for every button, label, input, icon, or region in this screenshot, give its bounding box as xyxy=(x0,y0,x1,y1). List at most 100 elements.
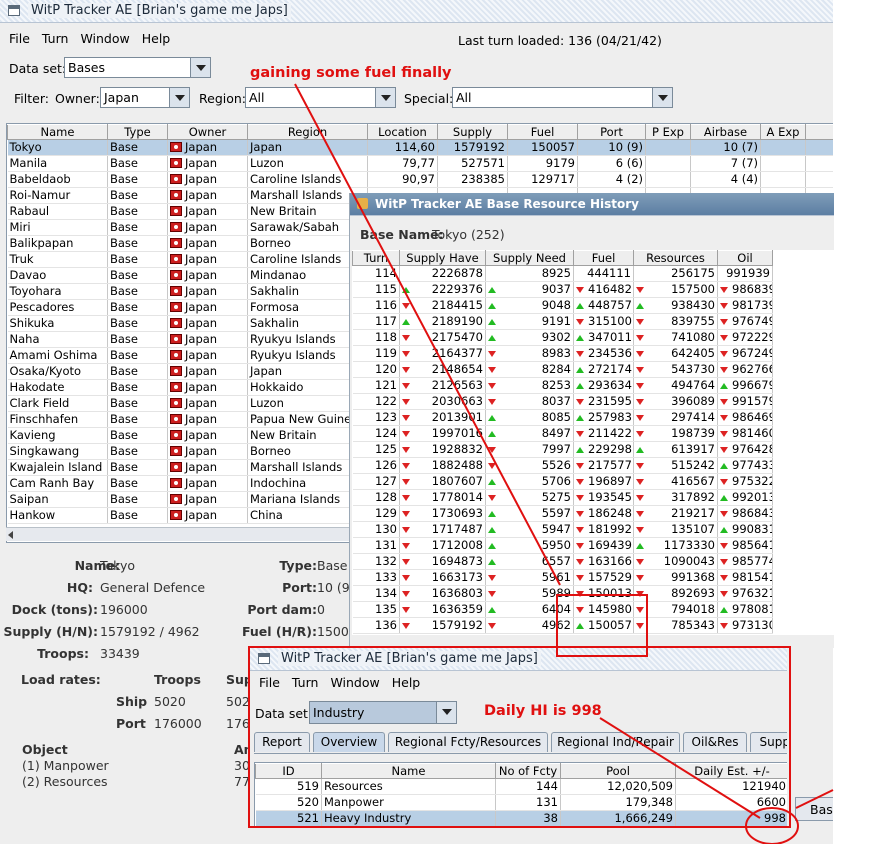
table-row[interactable]: 120 2148654 8284 272174 543730 962766 xyxy=(352,361,773,378)
table-cell: Base xyxy=(107,443,168,460)
table-row[interactable]: 130 1717487 5947 181992 135107 990831 xyxy=(352,521,773,538)
menu-file[interactable]: File xyxy=(259,673,280,693)
turn-cell: 132 xyxy=(352,553,400,570)
tab-overview[interactable]: Overview xyxy=(313,732,385,752)
table-row[interactable]: 124 1997016 8497 211422 198739 981460 xyxy=(352,425,773,442)
cell-text: 317892 xyxy=(671,490,715,504)
chevron-down-icon[interactable] xyxy=(190,58,210,77)
cell-wrap: 234536 xyxy=(576,346,632,361)
industry-dataset-select[interactable]: Industry xyxy=(309,701,457,724)
table-row[interactable]: 135 1636359 6404 145980 794018 978081 xyxy=(352,601,773,618)
menu-turn[interactable]: Turn xyxy=(42,29,69,49)
menu-window[interactable]: Window xyxy=(330,673,379,693)
cell-text: 962766 xyxy=(732,362,773,376)
column-header[interactable]: For xyxy=(805,124,833,140)
trend-down-icon xyxy=(720,302,728,309)
column-header[interactable]: Location xyxy=(367,124,438,140)
chevron-down-icon[interactable] xyxy=(652,88,672,107)
table-row[interactable]: 119 2164377 8983 234536 642405 967249 xyxy=(352,345,773,362)
table-row[interactable]: 126 1882488 5526 217577 515242 977433 xyxy=(352,457,773,474)
table-row[interactable]: 121 2126563 8253 293634 494764 996679 xyxy=(352,377,773,394)
column-header[interactable]: No of Fcty xyxy=(495,763,561,779)
column-header[interactable]: Supply Need xyxy=(485,250,574,266)
table-row[interactable]: 133 1663173 5961 157529 991368 981541 xyxy=(352,569,773,586)
tab-regional-fcty-resources[interactable]: Regional Fcty/Resources xyxy=(388,732,548,752)
menu-file[interactable]: File xyxy=(9,29,30,49)
table-row[interactable]: 521 Heavy Industry 38 1,666,249 998 xyxy=(255,810,787,826)
table-row[interactable]: 115 2229376 9037 416482 157500 986839 xyxy=(352,281,773,298)
table-row[interactable]: 114 2226878 8925 444111 256175 991939 xyxy=(352,265,773,282)
horizontal-scrollbar[interactable] xyxy=(6,527,349,541)
column-header[interactable]: Port xyxy=(577,124,646,140)
special-select[interactable]: All xyxy=(452,87,673,108)
table-row[interactable]: Manila Base Japan Luzon 79,77 527571 9179 6 (6)… xyxy=(7,155,833,172)
menu-help[interactable]: Help xyxy=(142,29,171,49)
column-header[interactable]: Daily Est. +/- xyxy=(675,763,787,779)
column-header[interactable]: Region xyxy=(247,124,368,140)
chevron-down-icon[interactable] xyxy=(436,702,456,723)
column-header[interactable]: Type xyxy=(107,124,168,140)
table-row[interactable]: Babeldaob Base Japan Caroline Islands 90,97 2… xyxy=(7,171,833,188)
main-title-bar[interactable]: WitP Tracker AE [Brian's game me Japs] xyxy=(0,0,833,23)
table-row[interactable]: Tokyo Base Japan Japan 114,60 1579192 150057 10… xyxy=(7,139,833,156)
table-row[interactable]: 127 1807607 5706 196897 416567 975322 xyxy=(352,473,773,490)
industry-title-bar[interactable]: WitP Tracker AE [Brian's game me Japs] xyxy=(250,648,787,671)
trend-down-icon xyxy=(636,574,644,581)
owner-select[interactable]: Japan xyxy=(100,87,190,108)
column-header[interactable]: Fuel xyxy=(507,124,578,140)
history-title-bar[interactable]: WitP Tracker AE Base Resource History xyxy=(350,193,834,216)
column-header[interactable]: Resources xyxy=(633,250,718,266)
dataset-select[interactable]: Bases xyxy=(64,57,211,78)
menu-help[interactable]: Help xyxy=(392,673,421,693)
tab-oil-res[interactable]: Oil&Res xyxy=(683,732,747,752)
column-header[interactable]: Fuel xyxy=(573,250,634,266)
table-row[interactable]: 125 1928832 7997 229298 613917 976428 xyxy=(352,441,773,458)
table-row[interactable]: 118 2175470 9302 347011 741080 972229 xyxy=(352,329,773,346)
chevron-down-icon[interactable] xyxy=(169,88,189,107)
column-header[interactable]: A Exp xyxy=(760,124,806,140)
column-header[interactable]: Name xyxy=(321,763,496,779)
cell-wrap: 642405 xyxy=(636,346,715,361)
table-row[interactable]: 117 2189190 9191 315100 839755 976749 xyxy=(352,313,773,330)
column-header[interactable]: P Exp xyxy=(645,124,691,140)
table-cell: Amami Oshima xyxy=(7,347,108,364)
partial-button[interactable]: Bas xyxy=(795,797,833,821)
port-value: 10 (9 xyxy=(317,580,350,595)
region-select[interactable]: All xyxy=(245,87,396,108)
table-row[interactable]: 134 1636803 5989 150013 892693 976321 xyxy=(352,585,773,602)
column-header[interactable]: Supply xyxy=(437,124,508,140)
table-row[interactable]: 129 1730693 5597 186248 219217 986843 xyxy=(352,505,773,522)
trend-down-icon xyxy=(402,398,410,405)
table-cell: Japan xyxy=(167,251,248,268)
column-header[interactable]: Oil xyxy=(717,250,773,266)
table-row[interactable]: 123 2013901 8085 257983 297414 986469 xyxy=(352,409,773,426)
turn-cell: 127 xyxy=(352,473,400,490)
tab-regional-ind-repair[interactable]: Regional Ind/Repair xyxy=(551,732,680,752)
table-row[interactable]: 519 Resources 144 12,020,509 121940 xyxy=(255,778,787,795)
cell-text: 416567 xyxy=(671,474,715,488)
table-row[interactable]: 520 Manpower 131 179,348 6600 xyxy=(255,794,787,811)
table-cell: Base xyxy=(107,187,168,204)
column-header[interactable]: Supply Have xyxy=(399,250,486,266)
table-row[interactable]: 131 1712008 5950 169439 1173330 985641 xyxy=(352,537,773,554)
table-row[interactable]: 128 1778014 5275 193545 317892 992013 xyxy=(352,489,773,506)
chevron-down-icon[interactable] xyxy=(375,88,395,107)
column-header[interactable]: Turn xyxy=(352,250,400,266)
menu-window[interactable]: Window xyxy=(80,29,129,49)
column-header[interactable]: Airbase xyxy=(690,124,761,140)
tab-supply[interactable]: Supply xyxy=(750,732,787,752)
column-header[interactable]: Pool xyxy=(560,763,676,779)
table-row[interactable]: 116 2184415 9048 448757 938430 981739 xyxy=(352,297,773,314)
tab-report[interactable]: Report xyxy=(254,732,310,752)
table-row[interactable]: 132 1694873 6557 163166 1090043 985774 xyxy=(352,553,773,570)
column-header[interactable]: Owner xyxy=(167,124,248,140)
table-cell: 973130 xyxy=(717,617,773,634)
column-header[interactable]: Name xyxy=(7,124,108,140)
scroll-left-arrow-icon[interactable] xyxy=(8,531,13,539)
menu-turn[interactable]: Turn xyxy=(292,673,319,693)
japan-flag-icon xyxy=(170,414,182,424)
cell-wrap: 448757 xyxy=(576,298,632,313)
column-header[interactable]: ID xyxy=(255,763,322,779)
table-row[interactable]: 136 1579192 4962 150057 785343 973130 xyxy=(352,617,773,634)
table-row[interactable]: 122 2030663 8037 231595 396089 991579 xyxy=(352,393,773,410)
